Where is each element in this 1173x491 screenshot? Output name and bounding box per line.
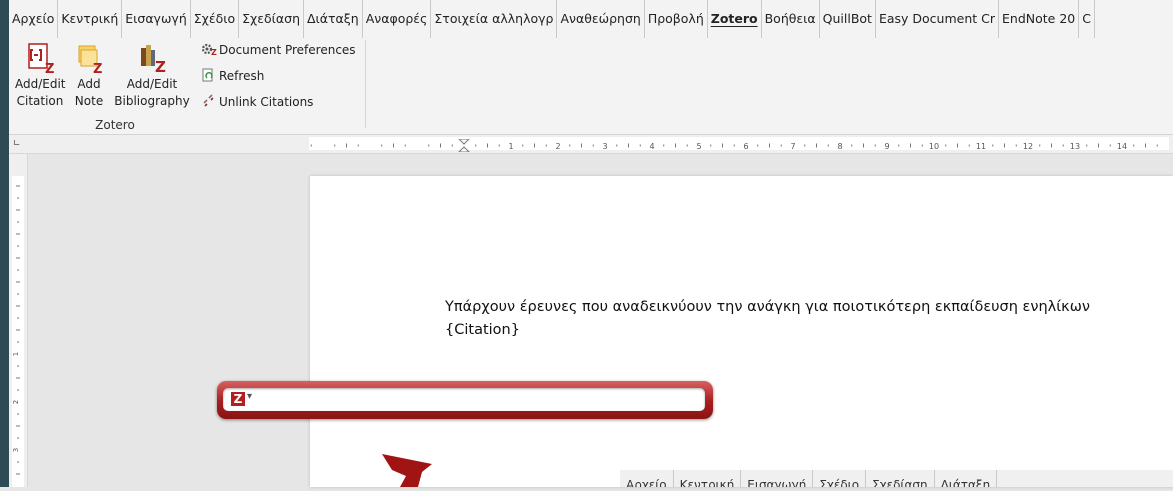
tab-9[interactable]: Αναθεώρηση — [557, 0, 645, 38]
tab-1[interactable]: Αρχείο — [9, 0, 59, 38]
ruler-mark: 6 — [743, 142, 748, 151]
unlink-citations-button[interactable]: Unlink Citations — [201, 93, 313, 111]
citation-field[interactable]: {Citation} — [445, 319, 1165, 342]
ruler-mark: 3 — [602, 142, 607, 151]
add-note-label-line1: Add — [77, 77, 101, 91]
secondary-tab-6[interactable]: Διάταξη — [935, 470, 998, 487]
vruler-mark: 1 — [12, 352, 20, 356]
document-body[interactable]: Υπάρχουν έρευνες που αναδεικνύουν την αν… — [445, 296, 1165, 342]
tab-14[interactable]: Easy Document Cr — [876, 0, 999, 38]
horizontal-ruler-scale: 1 2 3 4 5 6 7 8 9 10 11 12 13 14 — [310, 138, 1158, 153]
ruler-mark: 12 — [1023, 142, 1033, 151]
note-icon: Z — [73, 42, 105, 77]
tab-3[interactable]: Εισαγωγή — [122, 0, 191, 38]
ruler-mark: 5 — [696, 142, 701, 151]
refresh-label: Refresh — [219, 69, 265, 83]
add-edit-bibliography-label-line2: Bibliography — [114, 94, 190, 108]
add-note-label-line2: Note — [74, 94, 104, 108]
vertical-ruler-scale: 1234 — [12, 176, 24, 487]
add-edit-bibliography-label-line1: Add/Edit — [126, 77, 178, 91]
tab-7[interactable]: Αναφορές — [363, 0, 432, 38]
secondary-tab-2[interactable]: Κεντρική — [674, 470, 742, 487]
secondary-tab-1[interactable]: Αρχείο — [620, 470, 674, 487]
tab-11[interactable]: Zotero — [708, 0, 762, 38]
add-note-button[interactable]: Z Add Note — [71, 42, 107, 110]
ribbon-group-label: Zotero — [95, 118, 135, 132]
tab-8[interactable]: Στοιχεία αλληλογρ — [431, 0, 558, 38]
indent-marker — [457, 138, 471, 153]
tab-15[interactable]: EndNote 20 — [999, 0, 1080, 38]
vruler-mark: 3 — [12, 448, 20, 452]
add-edit-citation-button[interactable]: Z Add/Edit Citation — [15, 42, 66, 110]
zotero-quick-format-bar: Z ▾ — [217, 381, 713, 419]
vruler-mark: 2 — [12, 400, 20, 404]
add-edit-citation-label-line2: Citation — [16, 94, 64, 108]
ruler-mark: 14 — [1117, 142, 1127, 151]
ruler-mark: 1 — [508, 142, 513, 151]
ruler-mark: 4 — [649, 142, 654, 151]
bibliography-books-icon: Z — [136, 42, 168, 76]
ruler-mark: 8 — [837, 142, 842, 151]
ruler-mark: 2 — [555, 142, 560, 151]
horizontal-ruler[interactable]: 1 2 3 4 5 6 7 8 9 10 11 12 13 14 — [309, 137, 1169, 153]
unlink-icon — [201, 94, 217, 108]
tab-2[interactable]: Κεντρική — [58, 0, 123, 38]
refresh-icon — [201, 68, 217, 82]
ruler-mark: 9 — [884, 142, 889, 151]
svg-text:Z: Z — [45, 62, 54, 74]
svg-text:Z: Z — [155, 58, 166, 74]
zotero-logo-icon[interactable]: Z — [231, 392, 245, 406]
tab-stop-selector[interactable]: ∟ — [13, 139, 21, 149]
tab-5[interactable]: Σχεδίαση — [239, 0, 304, 38]
ribbon-group-separator — [365, 40, 366, 128]
ribbon-tab-bar: Αρχείο Κεντρική Εισαγωγή Σχέδιο Σχεδίαση Διάτ… — [9, 0, 1173, 38]
document-preferences-button[interactable]: Z Document Preferences — [201, 41, 356, 59]
document-paragraph: Υπάρχουν έρευνες που αναδεικνύουν την αν… — [445, 299, 1090, 315]
tab-13[interactable]: QuillBot — [820, 0, 876, 38]
secondary-ribbon-tab-bar: Αρχείο Κεντρική Εισαγωγή Σχέδιο Σχεδίαση Διάτ… — [620, 470, 1173, 487]
pointer-arrow-icon — [382, 454, 432, 487]
secondary-tab-5[interactable]: Σχεδίαση — [866, 470, 935, 487]
secondary-tab-4[interactable]: Σχέδιο — [813, 470, 867, 487]
vertical-ruler-ticks: 1234 — [12, 185, 20, 475]
ruler-row: ∟ 1 2 3 4 5 6 7 8 9 10 11 12 13 14 — [9, 135, 1173, 154]
ruler-mark: 7 — [790, 142, 795, 151]
secondary-tab-3[interactable]: Εισαγωγή — [741, 470, 814, 487]
add-edit-citation-label-line1: Add/Edit — [15, 77, 66, 91]
ruler-mark: 11 — [976, 142, 986, 151]
zotero-ribbon: Z Add/Edit Citation Z Add Note Z Add/Edi… — [9, 38, 1173, 135]
unlink-citations-label: Unlink Citations — [219, 95, 314, 109]
ruler-mark: 10 — [929, 142, 939, 151]
ruler-mark: 13 — [1070, 142, 1080, 151]
chevron-down-icon[interactable]: ▾ — [247, 391, 252, 402]
quick-format-search-input[interactable] — [261, 390, 697, 410]
window-left-edge — [0, 0, 9, 487]
gear-icon: Z — [201, 42, 217, 57]
tab-12[interactable]: Βοήθεια — [762, 0, 820, 38]
svg-text:Z: Z — [93, 62, 102, 74]
add-citation-icon: Z — [24, 42, 56, 77]
document-preferences-label: Document Preferences — [219, 43, 356, 57]
document-page[interactable]: Υπάρχουν έρευνες που αναδεικνύουν την αν… — [310, 176, 1173, 487]
refresh-button[interactable]: Refresh — [201, 67, 264, 85]
vertical-ruler[interactable]: 1234 — [9, 154, 28, 487]
tab-6[interactable]: Διάταξη — [304, 0, 363, 38]
add-edit-bibliography-button[interactable]: Z Add/Edit Bibliography — [113, 42, 191, 110]
quick-format-input-frame: Z ▾ — [223, 388, 705, 411]
svg-text:Z: Z — [211, 48, 217, 56]
tab-4[interactable]: Σχέδιο — [191, 0, 240, 38]
tab-16[interactable]: C — [1079, 0, 1095, 38]
tab-10[interactable]: Προβολή — [645, 0, 708, 38]
